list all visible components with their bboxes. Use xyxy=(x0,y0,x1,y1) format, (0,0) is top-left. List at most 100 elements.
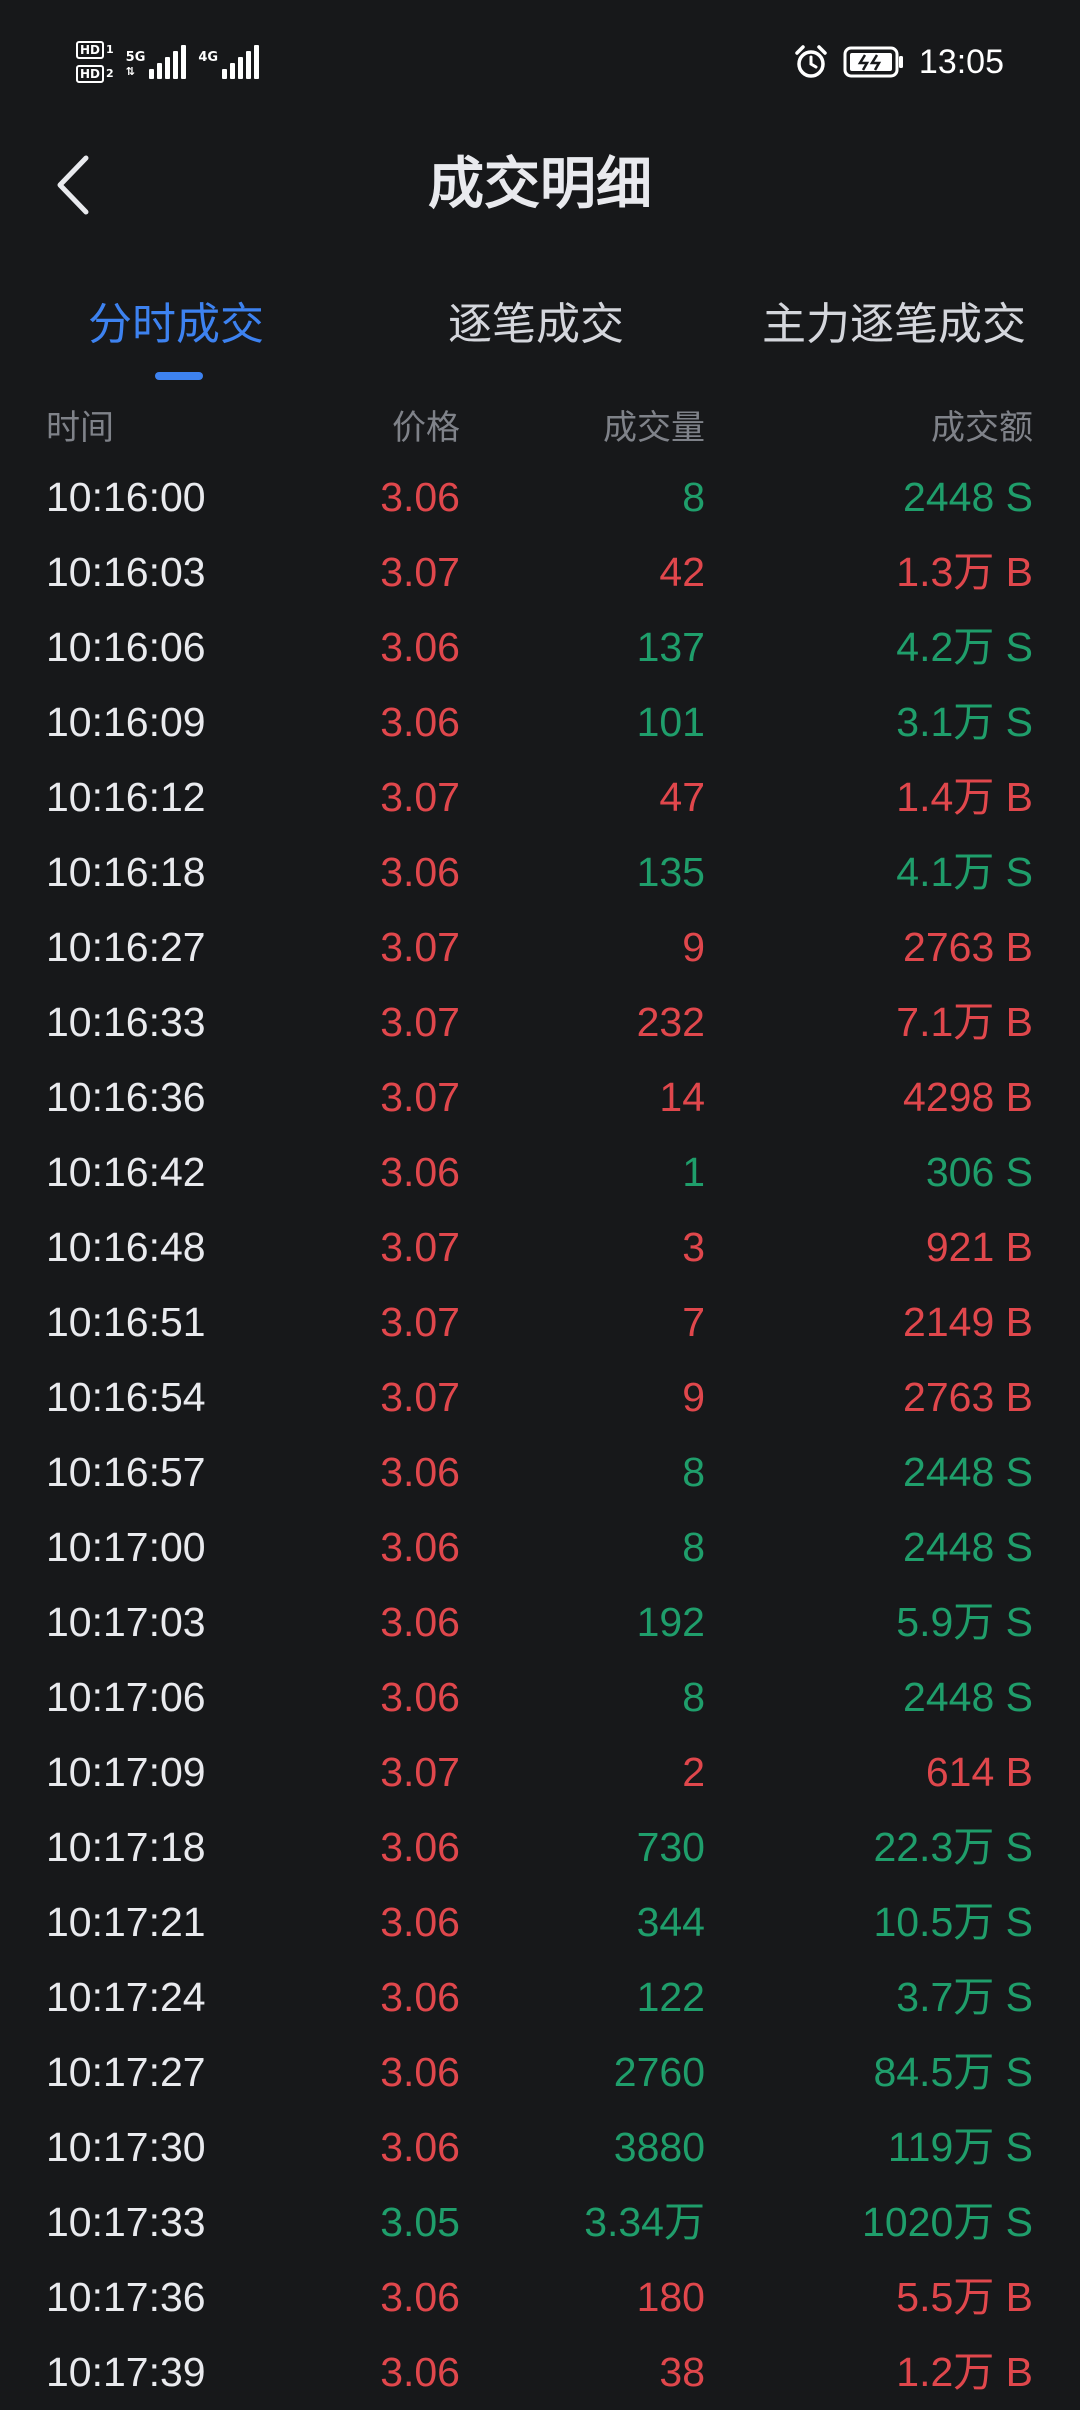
trade-time: 10:16:09 xyxy=(46,699,206,745)
trade-price: 3.05 xyxy=(380,2199,460,2245)
table-row[interactable]: 10:17:06 3.06 8 2448 S xyxy=(0,1660,1080,1735)
trade-time: 10:17:03 xyxy=(46,1599,206,1645)
trade-price: 3.06 xyxy=(380,1674,460,1720)
status-bar: HD 1 HD 2 5G ⇅ 4G 13:05 xyxy=(0,0,1080,120)
tab-time-share-trades[interactable]: 分时成交 xyxy=(88,290,264,360)
table-row[interactable]: 10:16:06 3.06 137 4.2万 S xyxy=(0,610,1080,685)
trade-volume: 42 xyxy=(659,549,705,595)
trade-volume: 122 xyxy=(636,1974,705,2020)
table-row[interactable]: 10:16:03 3.07 42 1.3万 B xyxy=(0,535,1080,610)
trade-amount: 5.9万 S xyxy=(896,1599,1033,1645)
table-row[interactable]: 10:17:36 3.06 180 5.5万 B xyxy=(0,2260,1080,2335)
hd-label: HD xyxy=(76,65,105,83)
trade-volume: 180 xyxy=(636,2274,705,2320)
trade-amount: 2448 S xyxy=(903,1449,1033,1495)
trade-amount: 2763 B xyxy=(903,924,1033,970)
trade-volume: 3 xyxy=(682,1224,705,1270)
trade-amount: 921 B xyxy=(925,1224,1033,1270)
trade-volume: 2760 xyxy=(613,2049,705,2095)
trade-amount: 22.3万 S xyxy=(873,1824,1033,1870)
trade-price: 3.07 xyxy=(380,999,460,1045)
trade-volume: 8 xyxy=(682,1674,705,1720)
trade-amount: 7.1万 B xyxy=(896,999,1033,1045)
trade-amount: 2448 S xyxy=(903,1674,1033,1720)
trade-amount: 306 S xyxy=(925,1149,1033,1195)
trade-volume: 137 xyxy=(636,624,705,670)
trade-volume: 47 xyxy=(659,774,705,820)
trade-price: 3.06 xyxy=(380,1149,460,1195)
network-type-label: 4G xyxy=(198,50,219,65)
trade-price: 3.07 xyxy=(380,1074,460,1120)
trade-time: 10:17:18 xyxy=(46,1824,206,1870)
data-arrows-icon: ⇅ xyxy=(125,65,135,78)
trade-volume: 3880 xyxy=(613,2124,705,2170)
status-time: 13:05 xyxy=(918,42,1004,81)
table-row[interactable]: 10:16:42 3.06 1 306 S xyxy=(0,1135,1080,1210)
trade-volume: 344 xyxy=(636,1899,705,1945)
table-row[interactable]: 10:17:24 3.06 122 3.7万 S xyxy=(0,1960,1080,2035)
hd-label: HD xyxy=(76,41,105,59)
table-row[interactable]: 10:16:12 3.07 47 1.4万 B xyxy=(0,760,1080,835)
trade-amount: 614 B xyxy=(925,1749,1033,1795)
tab-main-force-tick-trades[interactable]: 主力逐笔成交 xyxy=(762,290,1026,360)
table-row[interactable]: 10:16:27 3.07 9 2763 B xyxy=(0,910,1080,985)
table-row[interactable]: 10:16:36 3.07 14 4298 B xyxy=(0,1060,1080,1135)
table-row[interactable]: 10:17:27 3.06 2760 84.5万 S xyxy=(0,2035,1080,2110)
trade-volume: 9 xyxy=(682,924,705,970)
trade-list[interactable]: 10:16:00 3.06 8 2448 S 10:16:03 3.07 42 1.3万 B1… xyxy=(0,460,1080,2410)
table-row[interactable]: 10:17:33 3.05 3.34万 1020万 S xyxy=(0,2185,1080,2260)
page-title: 成交明细 xyxy=(428,152,652,217)
tab-bar: 分时成交 逐笔成交 主力逐笔成交 xyxy=(0,290,1080,390)
table-row[interactable]: 10:16:57 3.06 8 2448 S xyxy=(0,1435,1080,1510)
table-row[interactable]: 10:17:03 3.06 192 5.9万 S xyxy=(0,1585,1080,1660)
sim-number: 1 xyxy=(106,43,114,56)
table-row[interactable]: 10:16:54 3.07 9 2763 B xyxy=(0,1360,1080,1435)
trade-price: 3.06 xyxy=(380,849,460,895)
trade-price: 3.06 xyxy=(380,2049,460,2095)
trade-time: 10:17:09 xyxy=(46,1749,206,1795)
trade-time: 10:17:00 xyxy=(46,1524,206,1570)
trade-time: 10:17:33 xyxy=(46,2199,206,2245)
trade-price: 3.07 xyxy=(380,1299,460,1345)
trade-time: 10:16:57 xyxy=(46,1449,206,1495)
table-row[interactable]: 10:17:21 3.06 344 10.5万 S xyxy=(0,1885,1080,1960)
trade-amount: 4.1万 S xyxy=(896,849,1033,895)
table-row[interactable]: 10:17:30 3.06 3880 119万 S xyxy=(0,2110,1080,2185)
trade-time: 10:16:06 xyxy=(46,624,206,670)
column-header-time: 时间 xyxy=(46,408,114,448)
trade-amount: 4298 B xyxy=(903,1074,1033,1120)
table-row[interactable]: 10:16:48 3.07 3 921 B xyxy=(0,1210,1080,1285)
alarm-icon xyxy=(795,45,827,78)
table-row[interactable]: 10:16:09 3.06 101 3.1万 S xyxy=(0,685,1080,760)
trade-time: 10:17:06 xyxy=(46,1674,206,1720)
trade-amount: 2763 B xyxy=(903,1374,1033,1420)
trade-price: 3.06 xyxy=(380,474,460,520)
trade-volume: 8 xyxy=(682,1449,705,1495)
column-header-amount: 成交额 xyxy=(931,408,1033,448)
table-row[interactable]: 10:17:09 3.07 2 614 B xyxy=(0,1735,1080,1810)
table-row[interactable]: 10:17:18 3.06 730 22.3万 S xyxy=(0,1810,1080,1885)
table-row[interactable]: 10:16:00 3.06 8 2448 S xyxy=(0,460,1080,535)
trade-time: 10:17:39 xyxy=(46,2349,206,2395)
trade-price: 3.06 xyxy=(380,2349,460,2395)
trade-time: 10:16:12 xyxy=(46,774,206,820)
trade-amount: 5.5万 B xyxy=(896,2274,1033,2320)
tab-tick-trades[interactable]: 逐笔成交 xyxy=(448,290,624,360)
table-row[interactable]: 10:16:18 3.06 135 4.1万 S xyxy=(0,835,1080,910)
table-row[interactable]: 10:16:33 3.07 232 7.1万 B xyxy=(0,985,1080,1060)
status-right: 13:05 xyxy=(793,40,1004,84)
network-4g: 4G xyxy=(198,45,260,79)
table-row[interactable]: 10:17:39 3.06 38 1.2万 B xyxy=(0,2335,1080,2410)
table-header: 时间 价格 成交量 成交额 xyxy=(0,400,1080,456)
trade-volume: 3.34万 xyxy=(584,2199,705,2245)
battery-charging-icon xyxy=(843,46,903,78)
trade-amount: 3.7万 S xyxy=(896,1974,1033,2020)
trade-volume: 8 xyxy=(682,1524,705,1570)
hd-sim1-badge: HD 1 xyxy=(76,41,114,59)
trade-price: 3.06 xyxy=(380,1974,460,2020)
table-row[interactable]: 10:17:00 3.06 8 2448 S xyxy=(0,1510,1080,1585)
table-row[interactable]: 10:16:51 3.07 7 2149 B xyxy=(0,1285,1080,1360)
trade-time: 10:17:30 xyxy=(46,2124,206,2170)
trade-time: 10:17:21 xyxy=(46,1899,206,1945)
trade-price: 3.06 xyxy=(380,699,460,745)
